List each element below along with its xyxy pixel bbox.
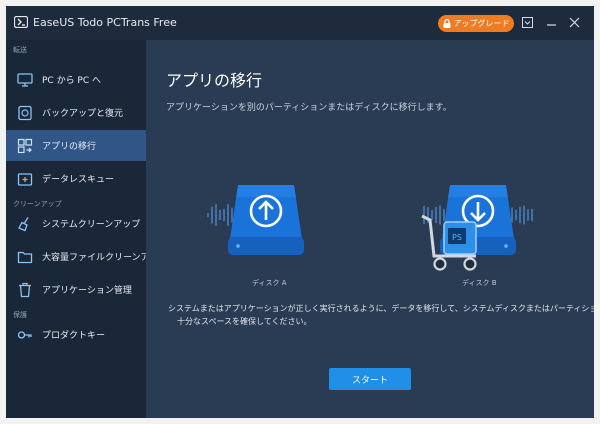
app-window: EaseUS Todo PCTrans Free アップグレード 転送 PC か…	[6, 6, 594, 418]
minimize-icon	[546, 24, 556, 26]
sidebar-item-label: アプリケーション管理	[42, 286, 132, 296]
main-panel: アプリの移行 アプリケーションを別のパーティションまたはディスクに移行します。	[146, 40, 594, 418]
description-line-1: システムまたはアプリケーションが正しく実行されるように、データを移行して、システ…	[168, 304, 594, 313]
broom-icon	[18, 217, 29, 232]
description-line-2: 十分なスペースを確保してください。	[177, 317, 312, 326]
sidebar-item-label: システムクリーンアップ	[42, 220, 141, 230]
description: システムまたはアプリケーションが正しく実行されるように、データを移行して、システ…	[168, 302, 594, 328]
close-icon	[569, 17, 579, 28]
disk-b-label: ディスク B	[462, 279, 497, 287]
lock-icon	[443, 19, 450, 28]
cart-badge: PS	[452, 233, 462, 242]
upgrade-button[interactable]: アップグレード	[438, 15, 514, 32]
sidebar-item-app-management[interactable]: アプリケーション管理	[6, 274, 146, 305]
section-transfer: 転送	[13, 46, 27, 54]
start-button[interactable]: スタート	[329, 368, 411, 390]
minimize-button[interactable]	[544, 15, 558, 30]
sidebar: 転送 PC から PC へ バックアップと復元 アプリの移行 データレスキュー …	[6, 40, 168, 418]
trash-icon	[19, 282, 31, 298]
cart-icon: PS	[421, 214, 477, 271]
rescue-icon	[17, 173, 33, 186]
page-title: アプリの移行	[166, 71, 263, 90]
folder-icon	[17, 251, 33, 264]
window-title: EaseUS Todo PCTrans Free	[33, 16, 177, 29]
sidebar-item-product-key[interactable]: プロダクトキー	[6, 319, 146, 350]
title-bar: EaseUS Todo PCTrans Free アップグレード	[6, 6, 594, 40]
sidebar-item-label: データレスキュー	[42, 175, 115, 185]
sidebar-item-large-file-cleanup[interactable]: 大容量ファイルクリーンアップ	[6, 241, 168, 272]
backup-icon	[18, 105, 32, 121]
monitor-icon	[17, 73, 33, 87]
close-button[interactable]	[567, 15, 581, 30]
app-logo-icon	[14, 16, 28, 28]
sidebar-item-backup[interactable]: バックアップと復元	[6, 97, 146, 128]
sidebar-item-label: PC から PC へ	[42, 76, 102, 86]
disk-a-icon	[228, 185, 304, 255]
sidebar-item-pc-to-pc[interactable]: PC から PC へ	[6, 64, 146, 95]
sidebar-item-system-cleanup[interactable]: システムクリーンアップ	[6, 208, 146, 239]
sidebar-item-app-migration[interactable]: アプリの移行	[6, 130, 146, 161]
page-subtitle: アプリケーションを別のパーティションまたはディスクに移行します。	[166, 103, 452, 113]
sidebar-item-label: バックアップと復元	[42, 109, 124, 119]
dropdown-menu-icon	[521, 17, 533, 28]
apps-icon	[17, 138, 33, 154]
upgrade-label: アップグレード	[453, 19, 510, 28]
sidebar-item-data-rescue[interactable]: データレスキュー	[6, 163, 146, 194]
disk-a-label: ディスク A	[252, 279, 287, 287]
sidebar-item-label: プロダクトキー	[42, 331, 106, 341]
menu-button[interactable]	[520, 15, 534, 30]
sidebar-item-label: アプリの移行	[42, 142, 97, 152]
key-icon	[17, 331, 32, 339]
